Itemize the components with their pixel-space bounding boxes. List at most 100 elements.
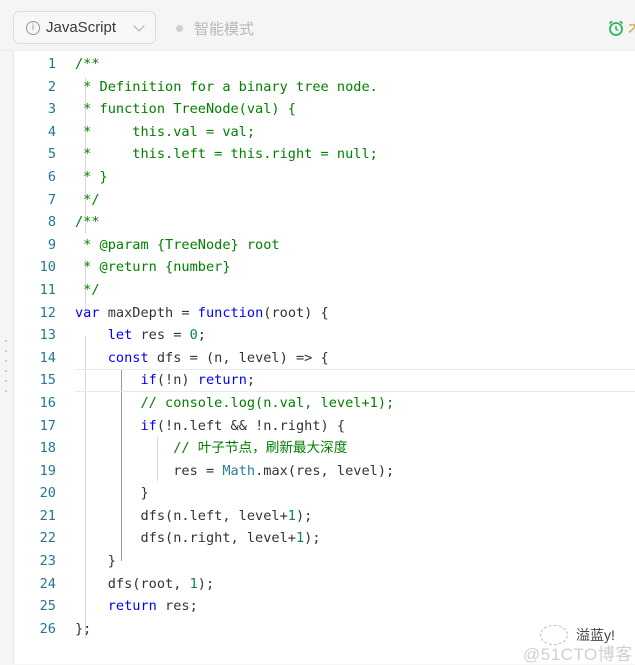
code-text: /** [75, 211, 100, 234]
code-line[interactable]: 13 let res = 0; [14, 324, 635, 347]
code-token: * this.val = val; [75, 123, 256, 140]
code-token: var [75, 304, 100, 321]
code-line[interactable]: 18 // 叶子节点，刷新最大深度 [14, 437, 635, 460]
code-line[interactable]: 9 * @param {TreeNode} root [14, 234, 635, 257]
code-token: }; [75, 620, 92, 637]
language-select[interactable]: i JavaScript [13, 11, 156, 44]
language-label: JavaScript [46, 19, 117, 36]
code-token: function [197, 304, 264, 321]
code-token: (!n) [156, 372, 198, 389]
code-token: } [75, 553, 116, 570]
code-token: * Definition for a binary tree node. [75, 78, 378, 95]
code-line[interactable]: 22 dfs(n.right, level+1); [14, 527, 635, 550]
line-number: 6 [47, 168, 56, 185]
code-text: // 叶子节点，刷新最大深度 [75, 437, 347, 460]
code-text: /** [75, 53, 100, 76]
code-token: ); [197, 575, 215, 592]
code-token: * function TreeNode(val) { [75, 101, 296, 118]
code-token: * this.left = this.right = null; [75, 146, 378, 163]
line-number: 18 [39, 440, 56, 457]
code-text: dfs(n.left, level+1); [75, 505, 312, 528]
code-line[interactable]: 14 const dfs = (n, level) => { [14, 347, 635, 370]
code-lines: 1 /** 2 * Definition for a binary tree nod… [14, 53, 635, 640]
code-token: 0 [189, 327, 198, 344]
code-line[interactable]: 1 /** [14, 53, 635, 76]
code-line[interactable]: 24 dfs(root, 1); [14, 573, 635, 596]
line-number: 7 [47, 191, 56, 208]
timer-label[interactable]: 术 [628, 17, 635, 38]
code-line[interactable]: 15 if(!n) return; [14, 369, 635, 392]
line-number: 10 [39, 259, 56, 276]
code-token: Math [222, 462, 256, 479]
code-text: */ [75, 279, 100, 302]
line-number: 21 [39, 507, 56, 524]
code-line[interactable]: 5 * this.left = this.right = null; [14, 143, 635, 166]
code-line[interactable]: 20 } [14, 482, 635, 505]
code-token: 1 [287, 507, 296, 524]
code-line[interactable]: 7 */ [14, 189, 635, 212]
info-icon: i [26, 20, 40, 35]
code-line[interactable]: 3 * function TreeNode(val) { [14, 98, 635, 121]
smart-mode-label: 智能模式 [194, 21, 255, 38]
code-line[interactable]: 10 * @return {number} [14, 256, 635, 279]
code-editor[interactable]: 1 /** 2 * Definition for a binary tree nod… [13, 51, 635, 664]
code-text: } [75, 550, 116, 573]
code-line[interactable]: 11 */ [14, 279, 635, 302]
code-text: return res; [75, 595, 198, 618]
line-number: 8 [47, 214, 56, 231]
code-text: * @param {TreeNode} root [75, 234, 280, 257]
code-text: dfs(n.right, level+1); [75, 527, 320, 550]
code-line[interactable]: 2 * Definition for a binary tree node. [14, 76, 635, 99]
line-number: 24 [39, 575, 56, 592]
code-token: ); [295, 507, 313, 524]
smart-mode-toggle[interactable]: 智能模式 [176, 18, 254, 39]
code-line[interactable]: 21 dfs(n.left, level+1); [14, 505, 635, 528]
code-line[interactable]: 4 * this.val = val; [14, 121, 635, 144]
line-number: 5 [47, 146, 56, 163]
alarm-clock-icon[interactable] [607, 19, 625, 37]
code-line[interactable]: 6 * } [14, 166, 635, 189]
code-token: */ [75, 281, 100, 298]
code-line[interactable]: 17 if(!n.left && !n.right) { [14, 415, 635, 438]
line-number: 3 [47, 101, 56, 118]
line-number: 15 [39, 372, 56, 389]
code-token: dfs(n.left, level+ [75, 507, 288, 524]
code-token: */ [75, 191, 100, 208]
code-line[interactable]: 19 res = Math.max(res, level); [14, 460, 635, 483]
code-token: dfs(root, [75, 575, 190, 592]
line-number: 25 [39, 598, 56, 615]
code-token: (!n.left && !n.right) { [156, 417, 346, 434]
code-token: * @param {TreeNode} root [75, 236, 280, 253]
code-text: } [75, 482, 148, 505]
code-text: * } [75, 166, 108, 189]
code-line[interactable]: 23 } [14, 550, 635, 573]
code-line[interactable]: 25 return res; [14, 595, 635, 618]
code-line[interactable]: 16 // console.log(n.val, level+1); [14, 392, 635, 415]
code-token: // 叶子节点，刷新最大深度 [173, 440, 348, 457]
code-line[interactable]: 12 var maxDepth = function(root) { [14, 302, 635, 325]
code-text: * @return {number} [75, 256, 231, 279]
code-token: * @return {number} [75, 259, 231, 276]
code-token: // console.log(n.val, level+1); [140, 394, 395, 411]
code-line[interactable]: 8 /** [14, 211, 635, 234]
code-token: res = [132, 327, 190, 344]
line-number: 9 [47, 236, 56, 253]
line-number: 23 [39, 553, 56, 570]
chevron-down-icon [133, 20, 145, 32]
code-token: return [107, 598, 157, 615]
line-number: 16 [39, 394, 56, 411]
code-token: ; [246, 372, 256, 389]
code-token: res = [75, 462, 223, 479]
resize-handle[interactable] [5, 340, 8, 400]
line-number: 1 [47, 56, 56, 72]
code-text: * this.val = val; [75, 121, 255, 144]
code-text: res = Math.max(res, level); [75, 460, 394, 483]
line-number: 12 [39, 304, 56, 321]
code-token: const [107, 349, 149, 366]
code-token: if [140, 417, 157, 434]
code-text: let res = 0; [75, 324, 206, 347]
